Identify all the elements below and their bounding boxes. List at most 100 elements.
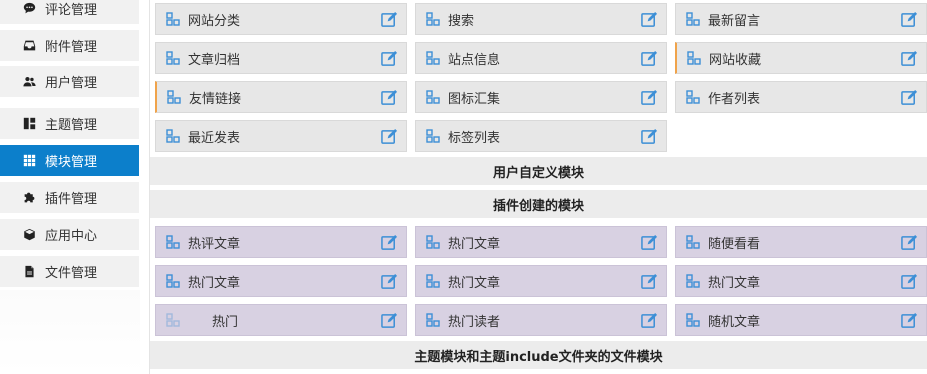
section-header-theme-include: 主题模块和主题include文件夹的文件模块 [150, 341, 927, 369]
edit-icon[interactable] [380, 10, 398, 28]
module-title: 热门文章 [188, 275, 241, 291]
section-title: 主题模块和主题include文件夹的文件模块 [414, 349, 663, 365]
module-title: 文章归档 [188, 52, 241, 68]
edit-icon[interactable] [380, 272, 398, 290]
module-card[interactable]: 图标汇集 [415, 81, 667, 113]
module-icon [426, 90, 440, 104]
module-card[interactable]: 最近发表 [155, 120, 407, 152]
edit-icon[interactable] [900, 88, 918, 106]
plugin-module-card[interactable]: 热评文章 [155, 226, 407, 258]
sidebar-item-themes[interactable]: 主题管理 [0, 108, 139, 139]
edit-icon[interactable] [380, 88, 398, 106]
grid-icon [23, 154, 36, 167]
edit-icon[interactable] [640, 233, 658, 251]
edit-icon[interactable] [640, 127, 658, 145]
module-icon [426, 313, 440, 327]
module-title: 作者列表 [708, 91, 761, 107]
sidebar-item-attachments[interactable]: 附件管理 [0, 30, 139, 61]
puzzle-icon [23, 191, 36, 204]
sidebar-item-label: 主题管理 [45, 118, 98, 133]
edit-icon[interactable] [900, 311, 918, 329]
module-title: 站点信息 [448, 52, 501, 68]
sidebar-item-label: 用户管理 [45, 76, 98, 91]
module-icon [166, 129, 180, 143]
plugin-module-card[interactable]: 热门读者 [415, 304, 667, 336]
sidebar-item-label: 评论管理 [45, 3, 98, 18]
sidebar-item-label: 插件管理 [45, 192, 98, 207]
cube-icon [23, 228, 36, 241]
edit-icon[interactable] [900, 233, 918, 251]
module-card[interactable]: 站点信息 [415, 42, 667, 74]
module-title: 友情链接 [189, 91, 242, 107]
module-icon [686, 235, 700, 249]
module-title: 热门文章 [448, 236, 501, 252]
layout-icon [23, 117, 36, 130]
inbox-icon [23, 39, 36, 52]
sidebar-item-modules[interactable]: 模块管理 [0, 145, 139, 176]
section-header-plugin-created: 插件创建的模块 [150, 190, 927, 218]
module-title: 随便看看 [708, 236, 761, 252]
module-title: 搜索 [448, 13, 475, 29]
section-header-user-defined: 用户自定义模块 [150, 157, 927, 185]
module-title: 最近发表 [188, 130, 241, 146]
plugin-module-card[interactable]: 热门 [155, 304, 407, 336]
module-title: 热门读者 [448, 314, 501, 330]
edit-icon[interactable] [380, 49, 398, 67]
module-icon [426, 235, 440, 249]
edit-icon[interactable] [380, 311, 398, 329]
comment-icon [23, 2, 36, 15]
edit-icon[interactable] [640, 88, 658, 106]
module-icon [166, 235, 180, 249]
plugin-module-card[interactable]: 热门文章 [415, 265, 667, 297]
users-icon [23, 75, 36, 88]
module-title: 最新留言 [708, 13, 761, 29]
plugin-module-card[interactable]: 随机文章 [675, 304, 927, 336]
module-icon [166, 274, 180, 288]
module-card[interactable]: 网站收藏 [675, 42, 927, 74]
edit-icon[interactable] [640, 49, 658, 67]
section-title: 用户自定义模块 [492, 165, 584, 181]
edit-icon[interactable] [900, 10, 918, 28]
edit-icon[interactable] [640, 311, 658, 329]
module-card[interactable]: 作者列表 [675, 81, 927, 113]
section-title: 插件创建的模块 [492, 198, 584, 214]
module-icon [166, 51, 180, 65]
edit-icon[interactable] [640, 272, 658, 290]
module-card[interactable]: 网站分类 [155, 3, 407, 35]
module-title: 随机文章 [708, 314, 761, 330]
sidebar-item-files[interactable]: 文件管理 [0, 256, 139, 287]
module-title: 热评文章 [188, 236, 241, 252]
edit-icon[interactable] [380, 127, 398, 145]
module-title: 热门文章 [448, 275, 501, 291]
edit-icon[interactable] [380, 233, 398, 251]
blurred-area [0, 290, 140, 374]
module-card[interactable]: 最新留言 [675, 3, 927, 35]
module-card[interactable]: 搜索 [415, 3, 667, 35]
module-title: 网站收藏 [709, 52, 762, 68]
edit-icon[interactable] [640, 10, 658, 28]
edit-icon[interactable] [900, 272, 918, 290]
module-card[interactable]: 标签列表 [415, 120, 667, 152]
plugin-module-card[interactable]: 热门文章 [155, 265, 407, 297]
module-icon [426, 274, 440, 288]
plugin-module-card[interactable]: 热门文章 [675, 265, 927, 297]
edit-icon[interactable] [900, 49, 918, 67]
module-card[interactable]: 友情链接 [155, 81, 407, 113]
sidebar-item-app-center[interactable]: 应用中心 [0, 219, 139, 250]
sidebar-item-label: 附件管理 [45, 40, 98, 55]
plugin-module-card[interactable]: 随便看看 [675, 226, 927, 258]
sidebar-item-plugins[interactable]: 插件管理 [0, 182, 139, 213]
sidebar-item-comments[interactable]: 评论管理 [0, 0, 139, 24]
sidebar-item-users[interactable]: 用户管理 [0, 66, 139, 97]
module-card[interactable]: 文章归档 [155, 42, 407, 74]
module-icon [687, 51, 701, 65]
module-icon [426, 12, 440, 26]
module-icon [686, 90, 700, 104]
module-icon [166, 12, 180, 26]
sidebar-item-label: 应用中心 [45, 229, 98, 244]
plugin-module-card[interactable]: 热门文章 [415, 226, 667, 258]
module-title: 网站分类 [188, 13, 241, 29]
module-title: 热门 [212, 314, 239, 330]
module-icon [167, 90, 181, 104]
sidebar: 评论管理 附件管理 用户管理 主题管理 模块管理 插件管理 应用中心 文件管理 [0, 0, 140, 374]
